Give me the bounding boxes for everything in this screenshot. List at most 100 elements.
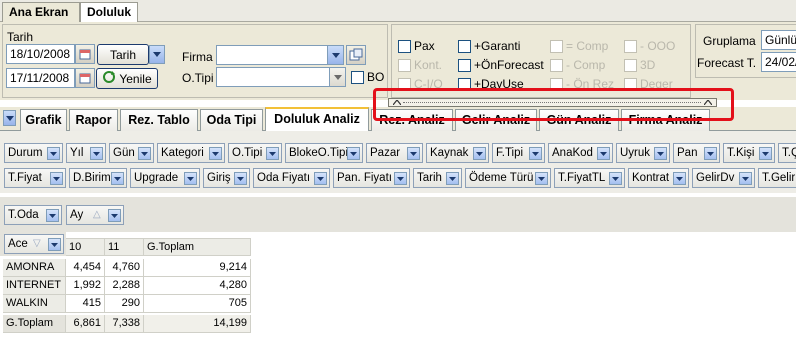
- chevron-down-icon[interactable]: [597, 147, 610, 160]
- tarih-dropdown-icon[interactable]: [149, 45, 165, 64]
- chevron-down-icon[interactable]: [739, 172, 752, 185]
- tarih-button[interactable]: Tarih: [97, 44, 149, 65]
- chevron-down-icon[interactable]: [529, 147, 542, 160]
- field-chip-label: Gün: [113, 147, 135, 159]
- row-field-chip[interactable]: Ace ▽: [4, 234, 64, 254]
- tab-oda-tipi[interactable]: Oda Tipi: [200, 109, 263, 131]
- pax-checkbox[interactable]: [398, 40, 411, 53]
- field-chip[interactable]: Uyruk: [616, 143, 670, 163]
- field-chip[interactable]: T.Ç: [778, 143, 796, 163]
- chevron-down-icon[interactable]: [47, 147, 60, 160]
- field-chip[interactable]: D.Birim: [69, 168, 127, 188]
- field-chip[interactable]: O.Tipi: [228, 143, 282, 163]
- chevron-down-icon[interactable]: [609, 172, 622, 185]
- firma-select[interactable]: [216, 45, 344, 65]
- table-cell: 2,288: [105, 277, 144, 295]
- field-chip[interactable]: BlokeO.Tipi: [285, 143, 363, 163]
- onforecast-checkbox[interactable]: [458, 59, 471, 72]
- column-field-chip[interactable]: Ay △: [66, 205, 124, 225]
- yenile-button[interactable]: Yenile: [96, 68, 158, 89]
- firma-lookup-icon[interactable]: [346, 45, 366, 65]
- tab-rez-tablo[interactable]: Rez. Tablo: [120, 109, 198, 131]
- bo-checkbox[interactable]: [351, 71, 364, 84]
- field-chip[interactable]: AnaKod: [548, 143, 613, 163]
- chevron-down-icon[interactable]: [209, 147, 222, 160]
- chevron-down-icon[interactable]: [329, 68, 345, 86]
- tab-rapor[interactable]: Rapor: [69, 109, 118, 131]
- gruplama-select[interactable]: Günlük: [761, 30, 796, 50]
- bo-label: BO: [367, 70, 385, 84]
- chevron-down-icon[interactable]: [473, 147, 486, 160]
- field-chip[interactable]: Kategori: [157, 143, 225, 163]
- column-header: 10: [66, 238, 105, 256]
- field-chip-label: T.Gelir: [762, 172, 796, 184]
- minus-comp-label: - Comp: [566, 58, 606, 72]
- filter-field-row-1: Durum Yıl Gün Kategori O.Tipi BlokeO.Tip…: [4, 143, 796, 165]
- chevron-down-icon[interactable]: [394, 172, 407, 185]
- field-chip-label: GelirDv: [696, 172, 735, 184]
- chevron-down-icon[interactable]: [50, 172, 63, 185]
- field-chip[interactable]: T.FiyatTL: [554, 168, 625, 188]
- table-cell: 4,454: [66, 259, 105, 277]
- field-chip[interactable]: T.Kişi: [723, 143, 775, 163]
- chevron-down-icon[interactable]: [266, 147, 279, 160]
- chevron-down-icon[interactable]: [535, 172, 548, 185]
- chevron-down-icon[interactable]: [673, 172, 686, 185]
- field-chip[interactable]: GelirDv: [692, 168, 755, 188]
- calendar-icon[interactable]: [75, 44, 95, 64]
- field-chip[interactable]: Tarih: [413, 168, 462, 188]
- chevron-down-icon[interactable]: [108, 209, 121, 222]
- field-chip[interactable]: Upgrade: [130, 168, 200, 188]
- highlight-annotation: [373, 88, 734, 121]
- tab-doluluk[interactable]: Doluluk: [80, 2, 138, 23]
- field-chip[interactable]: Kaynak: [426, 143, 489, 163]
- 3d-checkbox: [624, 59, 637, 72]
- chevron-down-icon[interactable]: [111, 172, 124, 185]
- table-cell: 415: [66, 295, 105, 313]
- field-chip[interactable]: Yıl: [66, 143, 106, 163]
- date-from-field[interactable]: 18/10/2008: [6, 44, 75, 64]
- chevron-down-icon[interactable]: [654, 147, 667, 160]
- chevron-down-icon[interactable]: [138, 147, 151, 160]
- data-field-label: T.Oda: [8, 209, 39, 221]
- chevron-down-icon[interactable]: [3, 110, 16, 126]
- field-chip[interactable]: Giriş: [203, 168, 250, 188]
- field-chip-label: Pan. Fiyatı: [337, 172, 392, 184]
- tab-grafik[interactable]: Grafik: [20, 109, 67, 131]
- chevron-down-icon[interactable]: [407, 147, 420, 160]
- field-chip[interactable]: Pan. Fiyatı: [333, 168, 410, 188]
- chevron-down-icon[interactable]: [90, 147, 103, 160]
- field-chip[interactable]: Pazar: [366, 143, 423, 163]
- forecast-date-field[interactable]: 24/02/: [761, 52, 796, 72]
- field-chip[interactable]: Gün: [109, 143, 154, 163]
- chevron-down-icon[interactable]: [46, 209, 59, 222]
- field-chip[interactable]: Oda Fiyatı: [253, 168, 330, 188]
- field-chip[interactable]: T.Gelir: [758, 168, 796, 188]
- calendar-icon[interactable]: [75, 68, 95, 88]
- otipi-select[interactable]: [216, 67, 346, 87]
- tab-ana-ekran[interactable]: Ana Ekran: [2, 2, 80, 22]
- otipi-label: O.Tipi: [182, 71, 214, 85]
- tab-doluluk-analiz[interactable]: Doluluk Analiz: [265, 107, 369, 132]
- chevron-down-icon[interactable]: [759, 147, 772, 160]
- field-chip[interactable]: Kontrat: [628, 168, 689, 188]
- chevron-down-icon[interactable]: [704, 147, 717, 160]
- chevron-down-icon[interactable]: [347, 147, 360, 160]
- sort-asc-icon: △: [93, 209, 101, 220]
- date-to-field[interactable]: 17/11/2008: [6, 68, 75, 88]
- chevron-down-icon[interactable]: [184, 172, 197, 185]
- table-cell: 4,760: [105, 259, 144, 277]
- field-chip[interactable]: T.Fiyat: [4, 168, 66, 188]
- chevron-down-icon[interactable]: [48, 238, 61, 251]
- field-chip[interactable]: Durum: [4, 143, 63, 163]
- chevron-down-icon[interactable]: [327, 46, 343, 64]
- garanti-checkbox[interactable]: [458, 40, 471, 53]
- data-field-chip[interactable]: T.Oda: [4, 205, 62, 225]
- field-chip[interactable]: Ödeme Türü: [465, 168, 551, 188]
- table-cell: 290: [105, 295, 144, 313]
- chevron-down-icon[interactable]: [234, 172, 247, 185]
- chevron-down-icon[interactable]: [446, 172, 459, 185]
- field-chip[interactable]: F.Tipi: [492, 143, 545, 163]
- field-chip[interactable]: Pan: [673, 143, 720, 163]
- chevron-down-icon[interactable]: [314, 172, 327, 185]
